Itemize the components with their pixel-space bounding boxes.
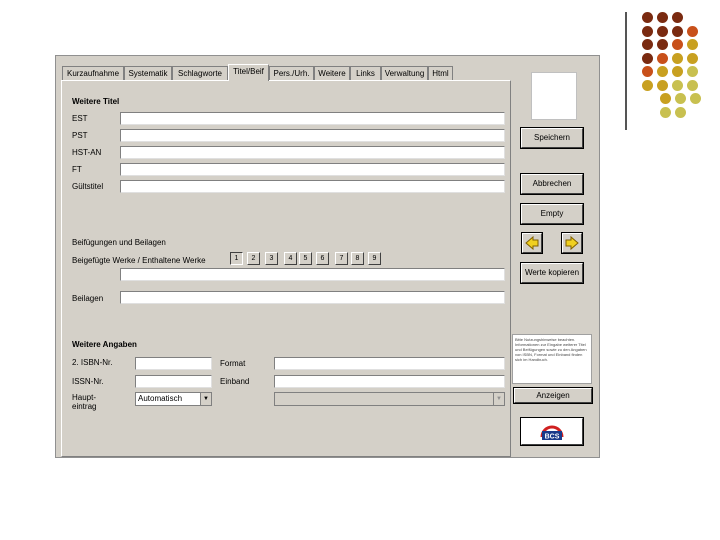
decorative-dot — [672, 39, 683, 50]
tab-kurzaufnahme[interactable]: Kurzaufnahme — [62, 66, 124, 80]
tab-weitere[interactable]: Weitere — [314, 66, 350, 80]
label-format: Format — [220, 359, 246, 368]
decorative-dot — [657, 79, 668, 91]
label-est: EST — [72, 114, 88, 123]
label-gueltstitel: Gültstitel — [72, 182, 104, 191]
werk-number-button-7[interactable]: 7 — [335, 252, 348, 265]
decorative-dot — [690, 93, 701, 104]
haupteintrag-select[interactable]: Automatisch ▼ — [135, 392, 212, 406]
chevron-down-icon: ▼ — [493, 393, 504, 405]
decorative-dot — [642, 12, 653, 23]
werk-number-button-9[interactable]: 9 — [368, 252, 381, 265]
label-beilagen: Beilagen — [72, 294, 104, 303]
bcs-logo-button[interactable]: BCS — [521, 418, 583, 445]
est-input[interactable] — [120, 112, 505, 125]
chevron-down-icon[interactable]: ▼ — [200, 393, 211, 405]
arrow-left-icon — [525, 235, 539, 251]
decorative-dot — [672, 52, 683, 64]
pst-input[interactable] — [120, 129, 505, 142]
decorative-dot — [675, 93, 686, 104]
decorative-dot — [642, 52, 653, 64]
show-button[interactable]: Anzeigen — [514, 388, 592, 403]
decorative-dot — [687, 52, 698, 64]
decorative-dot — [687, 25, 698, 37]
label-eintrag: eintrag — [72, 402, 97, 411]
decorative-dot — [687, 66, 698, 77]
section-title-weitere-angaben: Weitere Angaben — [72, 340, 137, 349]
beigefuegte-werke-input[interactable] — [120, 268, 505, 281]
label-einband: Einband — [220, 377, 250, 386]
werk-number-button-3[interactable]: 3 — [265, 252, 278, 265]
save-button[interactable]: Speichern — [521, 128, 583, 148]
decorative-dot — [642, 25, 653, 37]
info-text-box: Bitte Nutzungshinweise beachten. Informa… — [512, 334, 592, 384]
back-arrow-button[interactable] — [522, 233, 542, 253]
werk-number-button-8[interactable]: 8 — [351, 252, 364, 265]
decorative-dot — [657, 12, 668, 23]
tab-schlagworte[interactable]: Schlagworte — [172, 66, 228, 80]
hst-an-input[interactable] — [120, 146, 505, 159]
label-ft: FT — [72, 165, 82, 174]
werk-number-button-6[interactable]: 6 — [316, 252, 329, 265]
tab-titel-beif[interactable]: Titel/Beif — [228, 64, 269, 81]
section-title-beifuegungen: Beifügungen und Beilagen — [72, 238, 166, 247]
decorative-dot — [657, 39, 668, 50]
section-title-weitere-titel: Weitere Titel — [72, 97, 120, 106]
format-input[interactable] — [274, 357, 505, 370]
isbn-input[interactable] — [135, 357, 212, 370]
decorative-dot — [642, 79, 653, 91]
decorative-dot — [657, 25, 668, 37]
preview-image — [531, 72, 577, 120]
decorative-dot — [687, 79, 698, 91]
ft-input[interactable] — [120, 163, 505, 176]
copy-values-button[interactable]: Werte kopieren — [521, 263, 583, 283]
werk-number-button-5[interactable]: 5 — [299, 252, 312, 265]
label-hst-an: HST-AN — [72, 148, 102, 157]
decorative-dot — [672, 12, 683, 23]
decorative-dot — [657, 52, 668, 64]
decorative-dot — [657, 66, 668, 77]
label-pst: PST — [72, 131, 88, 140]
bcs-logo-text: BCS — [545, 434, 560, 441]
haupteintrag-value: Automatisch — [138, 394, 183, 403]
tab-links[interactable]: Links — [350, 66, 381, 80]
werk-number-button-1[interactable]: 1 — [230, 252, 243, 265]
app-window: Kurzaufnahme Systematik Schlagworte Titel/B… — [55, 55, 600, 458]
einband-input[interactable] — [274, 375, 505, 388]
label-isbn: 2. ISBN-Nr. — [72, 358, 113, 367]
arrow-right-icon — [565, 235, 579, 251]
bcs-logo-icon: BCS — [540, 425, 564, 441]
tab-verwaltung[interactable]: Verwaltung — [381, 66, 428, 80]
tab-pers-urh[interactable]: Pers./Urh. — [269, 66, 314, 80]
werk-number-button-2[interactable]: 2 — [247, 252, 260, 265]
forward-arrow-button[interactable] — [562, 233, 582, 253]
label-haupt: Haupt- — [72, 393, 97, 402]
decorative-dot — [660, 106, 671, 118]
decorative-dot — [672, 25, 683, 37]
empty-button[interactable]: Empty — [521, 204, 583, 224]
cancel-button[interactable]: Abbrechen — [521, 174, 583, 194]
label-beigefuegte-werke: Beigefügte Werke / Enthaltene Werke — [72, 256, 206, 265]
disabled-select: ▼ — [274, 392, 505, 406]
decorative-dot — [642, 39, 653, 50]
tab-systematik[interactable]: Systematik — [124, 66, 172, 80]
decorative-dot — [660, 93, 671, 104]
gueltstitel-input[interactable] — [120, 180, 505, 193]
issn-input[interactable] — [135, 375, 212, 388]
decorative-divider — [625, 12, 627, 130]
tab-panel-titel-beif: Weitere Titel EST PST HST-AN FT Gültstit… — [61, 80, 511, 457]
decorative-dot — [687, 39, 698, 50]
tab-html[interactable]: Html — [428, 66, 453, 80]
decorative-dot — [675, 106, 686, 118]
label-issn: ISSN-Nr. — [72, 377, 104, 386]
werk-number-button-4[interactable]: 4 — [284, 252, 297, 265]
decorative-dot — [672, 79, 683, 91]
decorative-dot — [642, 66, 653, 77]
beilagen-input[interactable] — [120, 291, 505, 304]
decorative-dot — [672, 66, 683, 77]
